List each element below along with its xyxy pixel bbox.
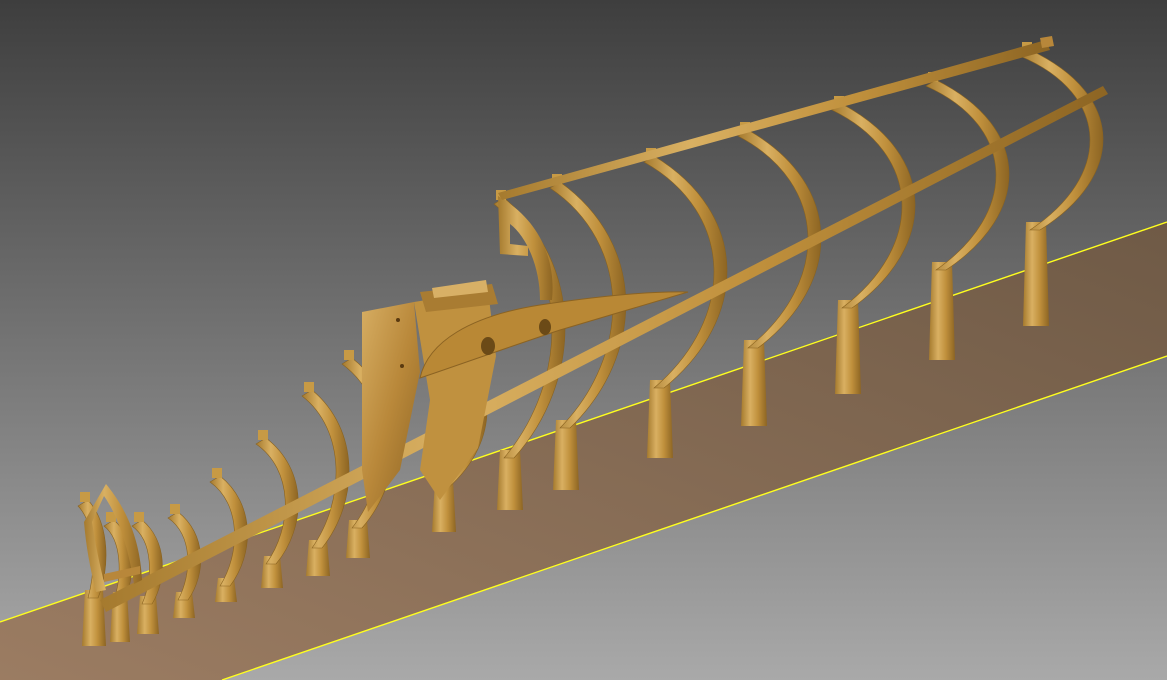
frame-leg (497, 450, 523, 510)
frame-leg (741, 340, 767, 426)
lightening-hole (539, 319, 551, 335)
scene-canvas[interactable] (0, 0, 1167, 680)
frame-leg (82, 590, 106, 646)
frame-leg (835, 300, 861, 394)
rib-notch-tab (212, 468, 222, 478)
rib-notch-tab (304, 382, 314, 392)
rib-notch-tab (80, 492, 90, 502)
frame-leg (929, 262, 955, 360)
rib-notch-tab (170, 504, 180, 514)
frame-leg (647, 380, 673, 458)
frame-leg (553, 420, 579, 490)
rib-notch-tab (134, 512, 144, 522)
bulkhead-bolt (400, 364, 404, 368)
rib-notch-tab (258, 430, 268, 440)
stringer-end-tab (1040, 36, 1054, 48)
bulkhead-bolt (396, 318, 400, 322)
lightening-hole (481, 337, 495, 355)
rib-notch-tab (344, 350, 354, 360)
frame-leg (1023, 222, 1049, 326)
3d-viewport[interactable] (0, 0, 1167, 680)
